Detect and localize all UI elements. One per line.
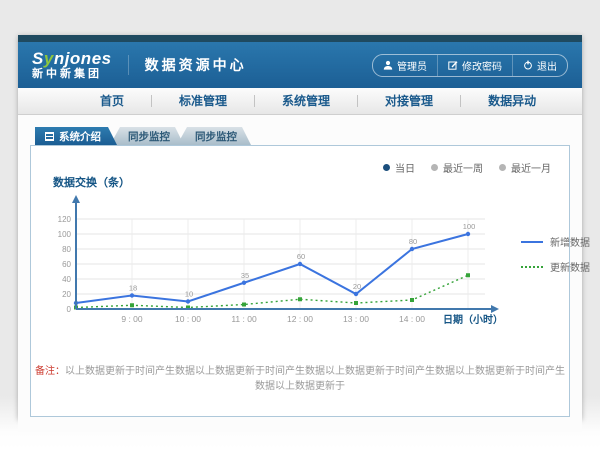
legend-swatch [521, 266, 543, 268]
nav-item-标准管理[interactable]: 标准管理 [152, 88, 254, 114]
x-tick-label: 13 : 00 [343, 314, 369, 324]
radio-dot [383, 164, 390, 171]
header: Synjones 新中新集团 数据资源中心 管理员 修改密码 退出 [18, 42, 582, 88]
logo-main: Synjones [32, 50, 112, 67]
data-point-更新数据 [130, 303, 134, 307]
line-chart: 0 20 40 60 80 100 120 9 : 00 10 : 00 11 : 00 12 : … [51, 194, 590, 334]
content-area: 系统介绍 同步监控 同步监控 当日 最近一周 最近一月 数据交换（条） 0 20 40 60 8… [18, 127, 582, 432]
user-menu-label: 修改密码 [462, 58, 502, 73]
data-point-label: 10 [185, 290, 193, 299]
y-tick-label: 0 [67, 305, 72, 314]
y-tick-label: 120 [58, 215, 72, 224]
footnote: 备注：以上数据更新于时间产生数据以上数据更新于时间产生数据以上数据更新于时间产生… [31, 362, 569, 392]
tab-同步监控-1[interactable]: 同步监控 [110, 127, 184, 145]
data-point-新增数据 [186, 299, 190, 303]
y-axis-title: 数据交换（条） [53, 174, 130, 190]
legend-item-更新数据[interactable]: 更新数据 [521, 259, 590, 274]
y-tick-label: 60 [62, 260, 71, 269]
y-tick-label: 40 [62, 275, 71, 284]
data-point-label: 20 [353, 282, 361, 291]
radio-label: 最近一月 [511, 160, 551, 175]
logo: Synjones 新中新集团 [32, 50, 112, 80]
x-tick-label: 9 : 00 [121, 314, 143, 324]
footnote-text: 以上数据更新于时间产生数据以上数据更新于时间产生数据以上数据更新于时间产生数据以… [65, 366, 565, 392]
data-point-label: 35 [241, 271, 249, 280]
top-strip [18, 35, 582, 42]
user-menu-item-退出[interactable]: 退出 [512, 55, 567, 76]
x-tick-label: 12 : 00 [287, 314, 313, 324]
time-range-filter: 当日 最近一周 最近一月 [383, 160, 551, 175]
user-menu-label: 管理员 [397, 58, 427, 73]
tab-同步监控-2[interactable]: 同步监控 [177, 127, 251, 145]
radio-label: 当日 [395, 160, 415, 175]
data-point-label: 100 [463, 222, 476, 231]
data-point-更新数据 [242, 303, 246, 307]
nav-item-对接管理[interactable]: 对接管理 [358, 88, 460, 114]
page-title: 数据资源中心 [128, 55, 247, 75]
user-icon [383, 60, 393, 70]
data-point-更新数据 [466, 273, 470, 277]
data-point-label: 18 [129, 284, 137, 293]
data-point-label: 60 [297, 252, 305, 261]
data-point-新增数据 [242, 281, 246, 285]
tab-label: 同步监控 [128, 129, 170, 144]
legend-label: 更新数据 [550, 259, 590, 274]
radio-option-最近一周[interactable]: 最近一周 [431, 160, 483, 175]
data-point-更新数据 [410, 298, 414, 302]
data-point-更新数据 [354, 301, 358, 305]
tab-label: 系统介绍 [59, 129, 101, 144]
data-point-label: 80 [409, 237, 417, 246]
logo-main-rest: njones [54, 49, 112, 68]
radio-option-当日[interactable]: 当日 [383, 160, 415, 175]
legend-label: 新增数据 [550, 234, 590, 249]
data-point-更新数据 [298, 297, 302, 301]
radio-dot [499, 164, 506, 171]
nav-item-系统管理[interactable]: 系统管理 [255, 88, 357, 114]
user-menu-label: 退出 [537, 58, 557, 73]
x-tick-label: 10 : 00 [175, 314, 201, 324]
radio-option-最近一月[interactable]: 最近一月 [499, 160, 551, 175]
y-tick-label: 20 [62, 290, 71, 299]
user-menu-item-管理员[interactable]: 管理员 [373, 55, 437, 76]
radio-dot [431, 164, 438, 171]
app-window: Synjones 新中新集团 数据资源中心 管理员修改密码退出 首页标准管理系统… [18, 35, 582, 419]
tab-bar: 系统介绍 同步监控 同步监控 [35, 127, 582, 145]
logo-sub: 新中新集团 [32, 69, 112, 80]
radio-label: 最近一周 [443, 160, 483, 175]
data-point-新增数据 [410, 247, 414, 251]
tab-label: 同步监控 [195, 129, 237, 144]
power-icon [523, 60, 533, 70]
y-tick-label: 80 [62, 245, 71, 254]
y-axis-arrow [72, 195, 80, 203]
data-point-新增数据 [466, 232, 470, 236]
nav-item-首页[interactable]: 首页 [73, 88, 151, 114]
data-point-新增数据 [298, 262, 302, 266]
x-axis-arrow [491, 305, 499, 313]
user-menu: 管理员 修改密码 退出 [372, 54, 568, 77]
legend-swatch [521, 241, 543, 243]
chart-legend: 新增数据更新数据 [521, 234, 590, 334]
nav-item-数据异动[interactable]: 数据异动 [461, 88, 563, 114]
edit-icon [448, 60, 458, 70]
x-axis-title: 日期（小时） [443, 313, 503, 326]
x-tick-label: 14 : 00 [399, 314, 425, 324]
document-icon [45, 132, 54, 141]
data-point-新增数据 [354, 292, 358, 296]
line-chart-svg: 0 20 40 60 80 100 120 9 : 00 10 : 00 11 : 00 12 : … [51, 194, 511, 334]
data-point-新增数据 [130, 293, 134, 297]
footnote-label: 备注： [35, 366, 65, 377]
legend-item-新增数据[interactable]: 新增数据 [521, 234, 590, 249]
main-nav: 首页标准管理系统管理对接管理数据异动 [18, 88, 582, 115]
x-tick-label: 11 : 00 [231, 314, 257, 324]
user-menu-item-修改密码[interactable]: 修改密码 [437, 55, 512, 76]
chart-panel: 当日 最近一周 最近一月 数据交换（条） 0 20 40 60 80 100 120 9 : 00… [30, 145, 570, 417]
y-tick-label: 100 [58, 230, 72, 239]
tab-系统介绍-0[interactable]: 系统介绍 [35, 127, 117, 145]
